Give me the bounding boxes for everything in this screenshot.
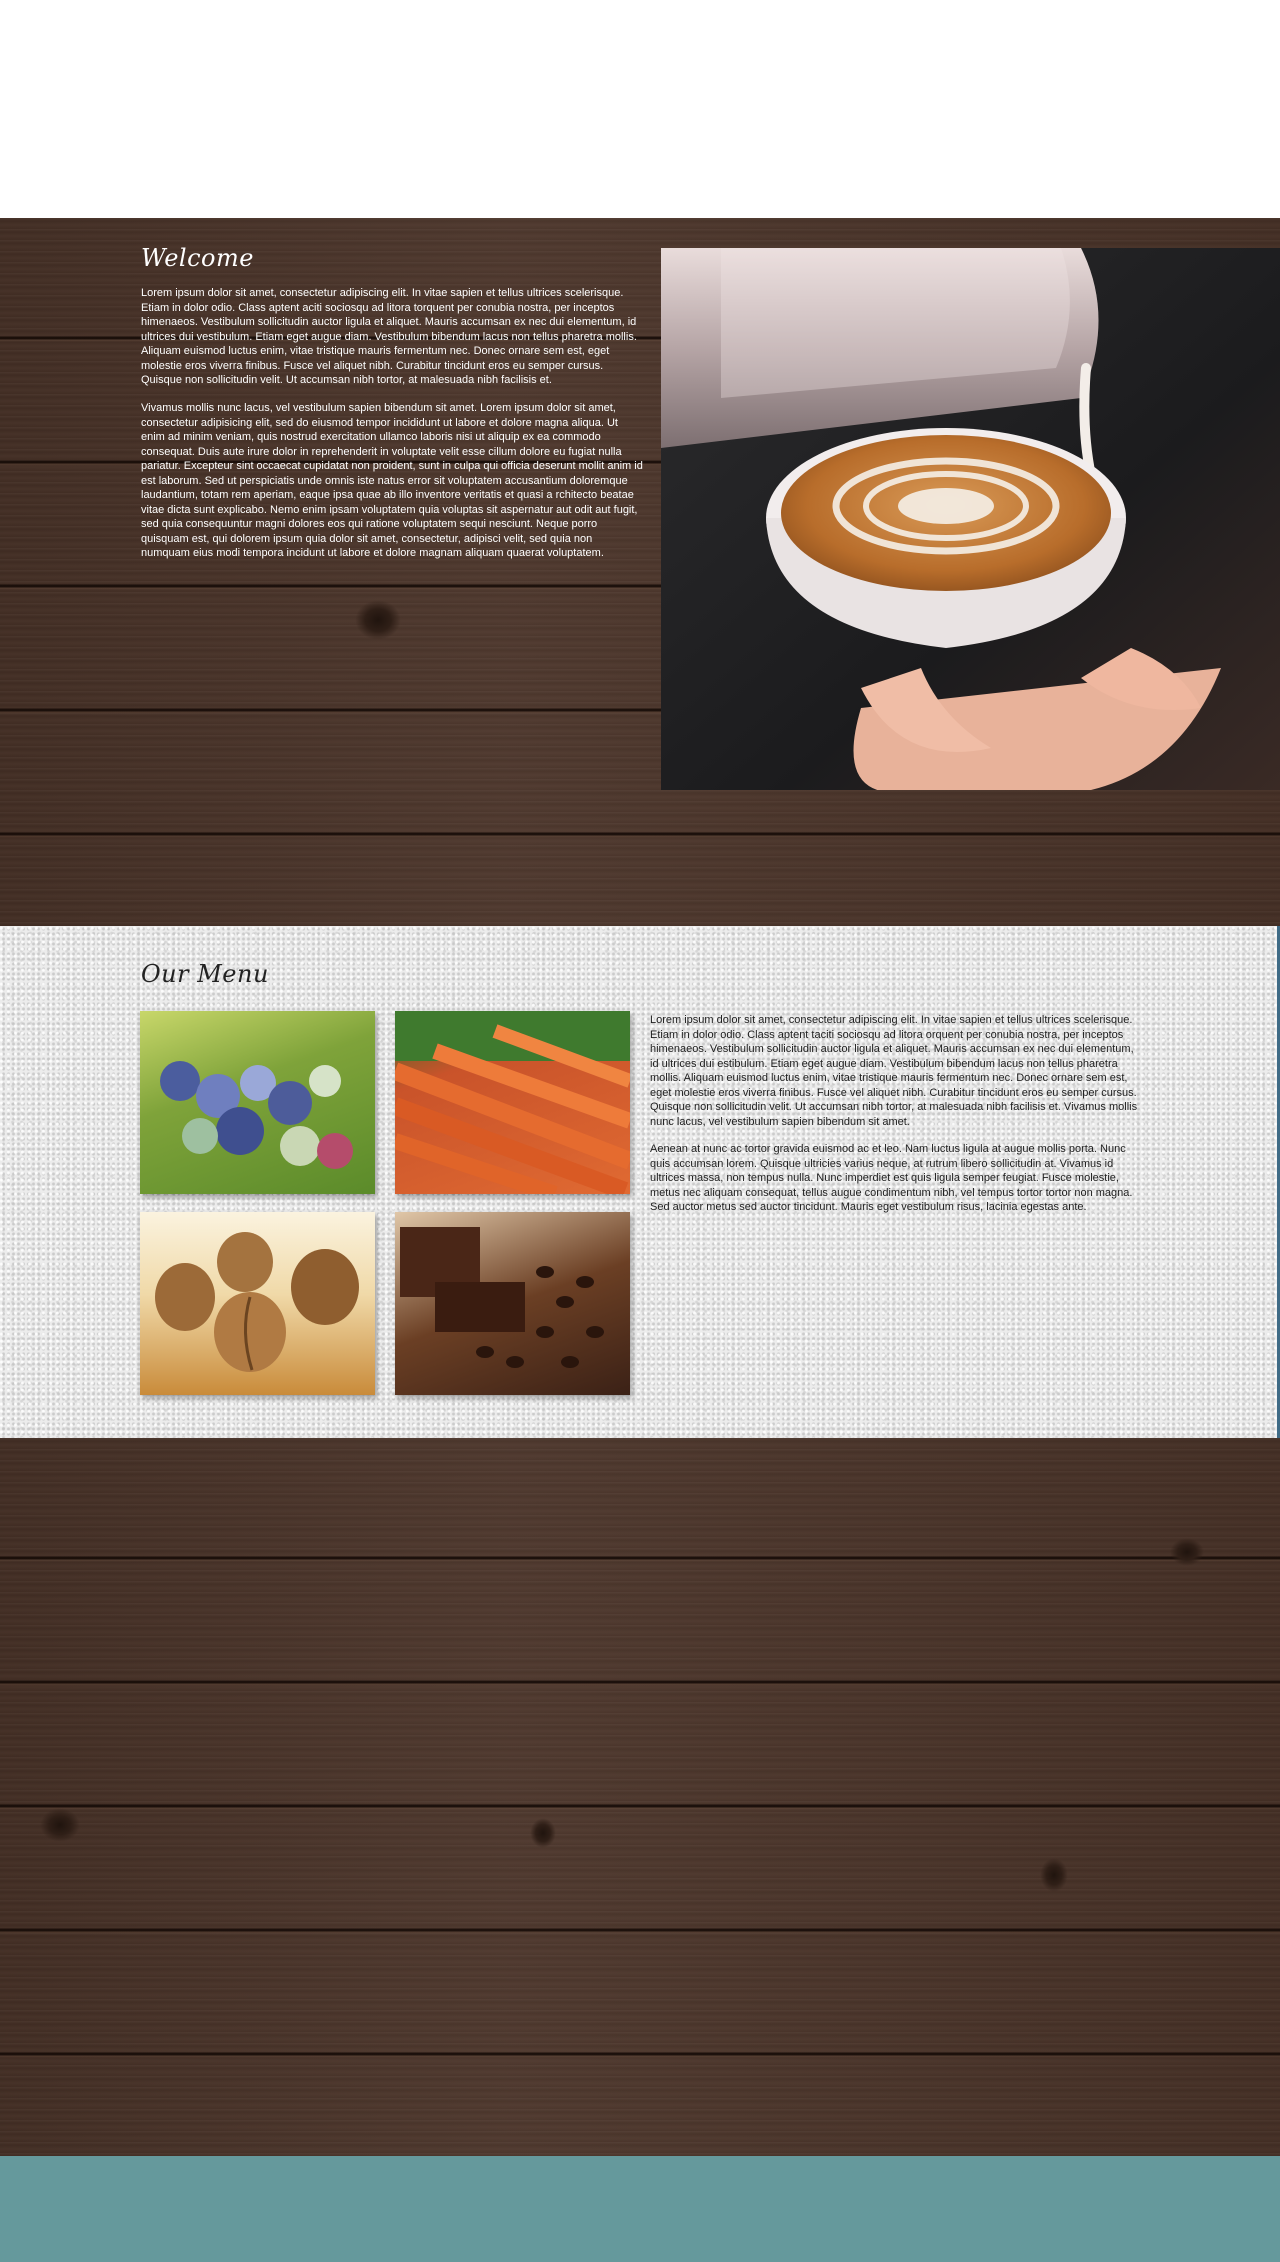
walnuts-photo [140,1212,375,1395]
blueberries-photo [140,1011,375,1194]
page-footer [0,2156,1280,2262]
menu-paragraph: Lorem ipsum dolor sit amet, consectetur … [650,1014,1138,1128]
menu-paragraph: Aenean at nunc ac tortor gravida euismod… [650,1143,1133,1213]
walnuts-illustration [155,1232,359,1372]
wood-knot [530,1818,556,1848]
wood-knot [1040,1858,1068,1892]
latte-art-photo [661,248,1280,790]
blueberries-illustration [160,1061,353,1169]
page-header [0,0,1280,218]
welcome-heading: Welcome [141,244,254,272]
chocolate-illustration [400,1227,604,1368]
latte-art-illustration [661,248,1280,790]
chocolate-photo [395,1212,630,1395]
wood-knot [355,600,401,640]
wood-knot [40,1808,80,1842]
welcome-paragraph: Lorem ipsum dolor sit amet, consectetur … [141,287,637,386]
menu-heading: Our Menu [141,960,269,988]
carrots-photo [395,1011,630,1194]
carrots-illustration [395,1011,630,1194]
welcome-paragraph: Vivamus mollis nunc lacus, vel vestibulu… [141,402,643,559]
wood-background-section [0,1438,1280,2156]
wood-knot [1170,1538,1204,1566]
